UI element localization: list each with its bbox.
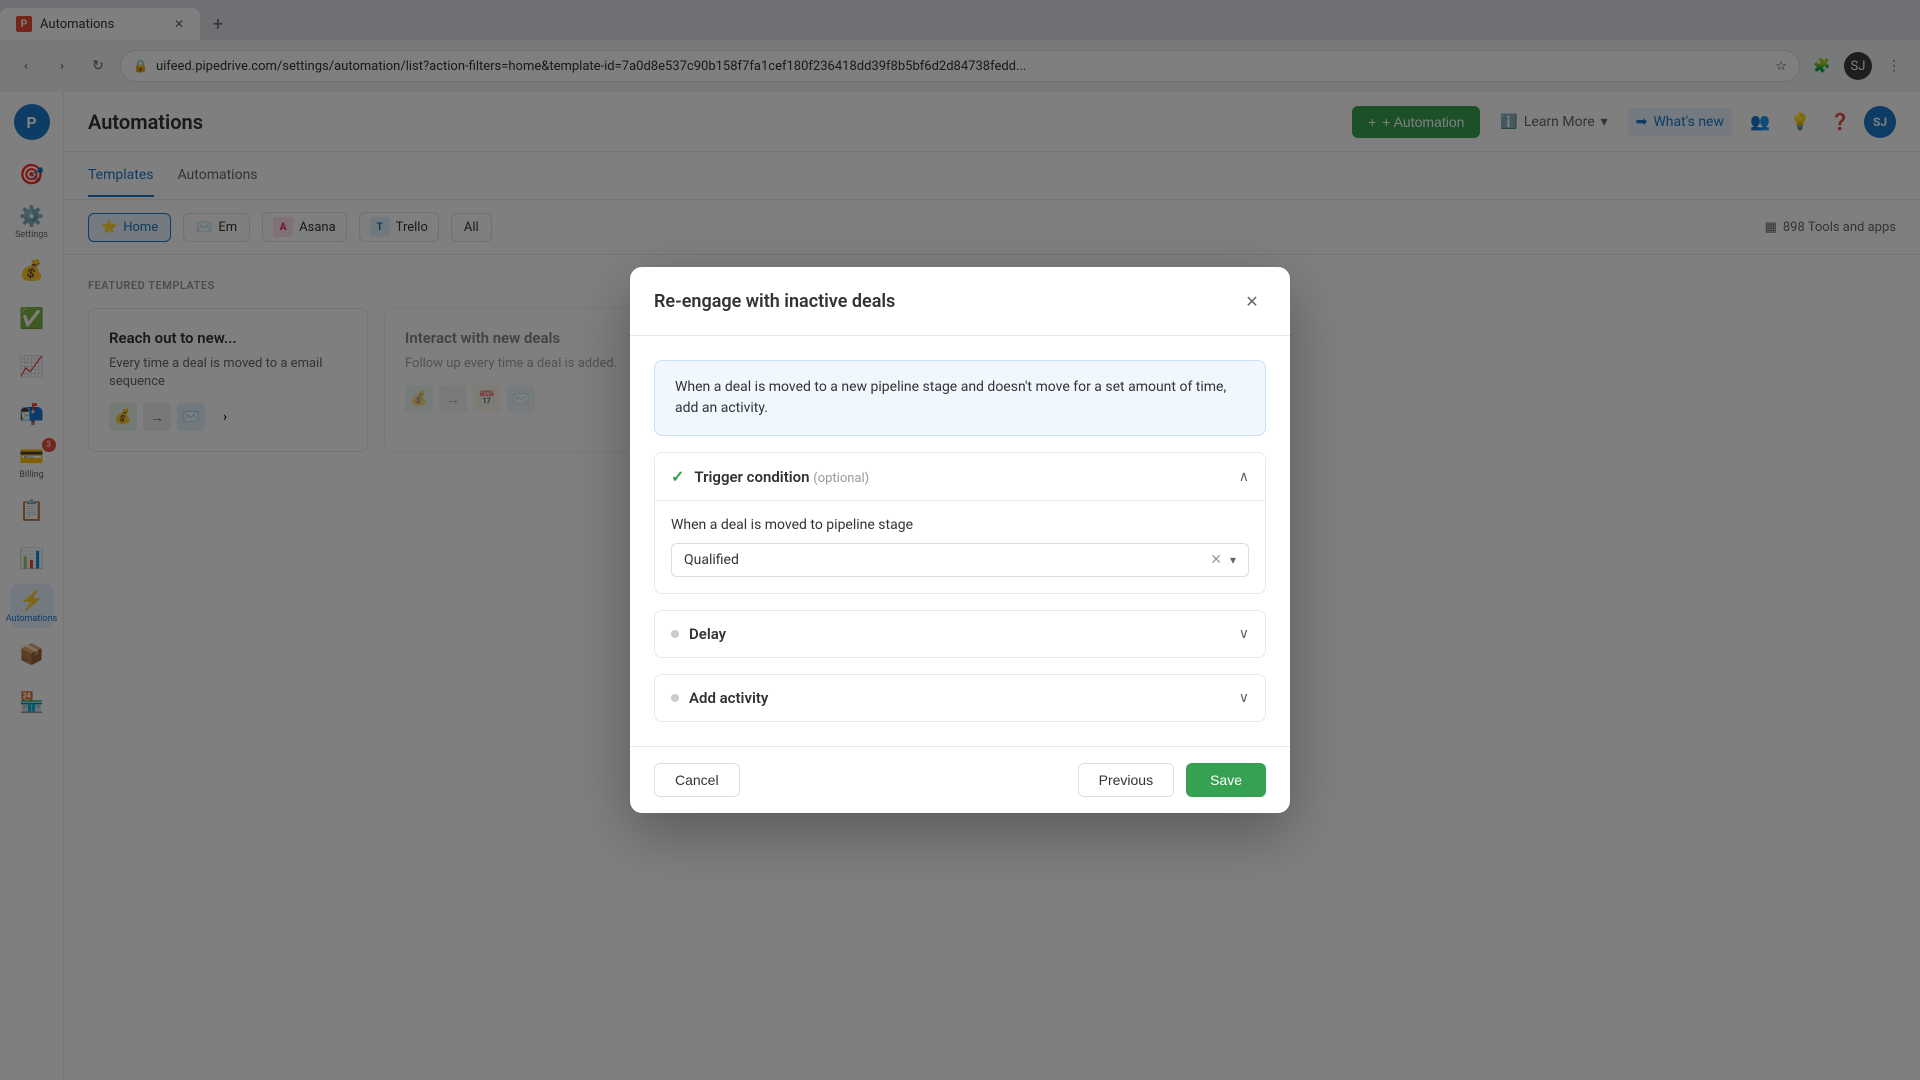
trigger-check-icon: ✓: [671, 467, 684, 486]
add-activity-section: Add activity ∨: [654, 674, 1266, 722]
add-activity-header[interactable]: Add activity ∨: [655, 675, 1265, 721]
delay-dot-icon: [671, 630, 679, 638]
delay-label: Delay: [689, 625, 726, 643]
trigger-body: When a deal is moved to pipeline stage Q…: [655, 500, 1265, 593]
modal-title: Re-engage with inactive deals: [654, 291, 895, 312]
modal-footer: Cancel Previous Save: [630, 746, 1290, 813]
trigger-condition-header[interactable]: ✓ Trigger condition (optional) ∧: [655, 453, 1265, 500]
trigger-condition-section: ✓ Trigger condition (optional) ∧ When a …: [654, 452, 1266, 594]
modal-body: When a deal is moved to a new pipeline s…: [630, 336, 1290, 746]
delay-header-left: Delay: [671, 625, 726, 643]
trigger-header-left: ✓ Trigger condition (optional): [671, 467, 869, 486]
previous-button[interactable]: Previous: [1078, 763, 1174, 797]
delay-chevron-icon: ∨: [1239, 626, 1249, 642]
activity-chevron-icon: ∨: [1239, 690, 1249, 706]
selected-stage: Qualified: [684, 552, 1210, 568]
modal-description: When a deal is moved to a new pipeline s…: [654, 360, 1266, 436]
add-activity-label: Add activity: [689, 689, 768, 707]
clear-select-icon[interactable]: ✕: [1210, 552, 1222, 568]
modal-header: Re-engage with inactive deals ✕: [630, 267, 1290, 336]
trigger-optional: (optional): [813, 471, 869, 486]
modal-footer-right: Previous Save: [1078, 763, 1266, 797]
modal-dialog: Re-engage with inactive deals ✕ When a d…: [630, 267, 1290, 813]
modal-close-button[interactable]: ✕: [1238, 287, 1266, 315]
cancel-button[interactable]: Cancel: [654, 763, 740, 797]
activity-header-left: Add activity: [671, 689, 768, 707]
condition-label: When a deal is moved to pipeline stage: [671, 517, 1249, 533]
delay-header[interactable]: Delay ∨: [655, 611, 1265, 657]
pipeline-stage-select[interactable]: Qualified ✕ ▾: [671, 543, 1249, 577]
select-chevron-icon: ▾: [1230, 553, 1236, 567]
modal-overlay: Re-engage with inactive deals ✕ When a d…: [0, 0, 1920, 1080]
trigger-chevron-icon: ∧: [1239, 469, 1249, 485]
activity-dot-icon: [671, 694, 679, 702]
delay-section: Delay ∨: [654, 610, 1266, 658]
trigger-label: Trigger condition (optional): [694, 468, 869, 486]
save-button[interactable]: Save: [1186, 763, 1266, 797]
